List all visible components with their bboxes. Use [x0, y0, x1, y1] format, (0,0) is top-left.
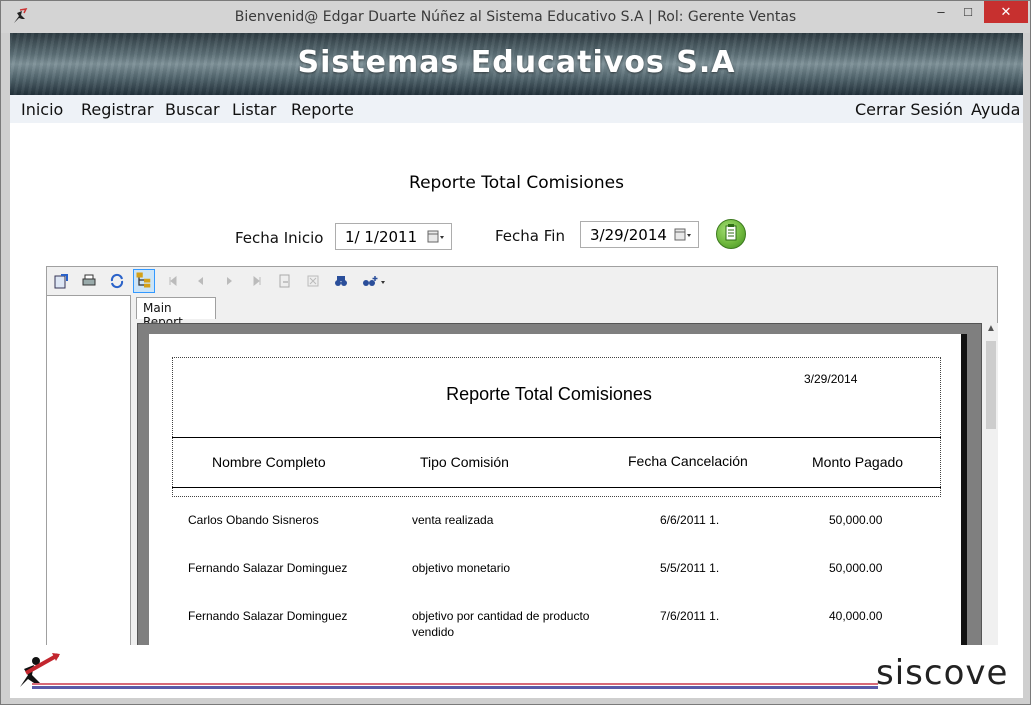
cell-tipo: objetivo por cantidad de producto — [412, 609, 590, 623]
fecha-inicio-picker[interactable]: 1/ 1/2011 — [335, 223, 452, 250]
column-header-tipo: Tipo Comisión — [420, 454, 509, 470]
cell-monto: 50,000.00 — [829, 561, 883, 575]
report-viewer: Main Report 3/29/2014 Reporte Total Comi… — [46, 266, 998, 698]
banner-title: Sistemas Educativos S.A — [297, 45, 736, 80]
menu-ayuda[interactable]: Ayuda — [971, 100, 1020, 119]
column-header-nombre: Nombre Completo — [212, 454, 326, 470]
cell-nombre: Fernando Salazar Dominguez — [188, 609, 348, 623]
cell-monto: 40,000.00 — [829, 609, 883, 623]
fecha-fin-label: Fecha Fin — [495, 227, 565, 245]
print-icon[interactable] — [81, 273, 97, 289]
header-divider-top — [172, 437, 941, 438]
cell-tipo: objetivo monetario — [412, 561, 511, 575]
window-title: Bienvenid@ Edgar Duarte Núñez al Sistema… — [234, 9, 797, 25]
fecha-inicio-value: 1/ 1/2011 — [345, 228, 418, 246]
column-header-fecha: Fecha Cancelación — [628, 453, 748, 469]
vertical-scrollbar[interactable]: ▲ ▼ — [984, 323, 998, 698]
footer-bar: siscove — [10, 645, 1023, 698]
main-content: Reporte Total Comisiones Fecha Inicio 1/… — [10, 123, 1023, 698]
report-page: 3/29/2014 Reporte Total Comisiones Nombr… — [149, 334, 967, 698]
last-page-icon[interactable] — [249, 273, 265, 289]
fecha-inicio-label: Fecha Inicio — [235, 229, 324, 247]
generate-report-button[interactable] — [716, 219, 746, 249]
scroll-thumb[interactable] — [986, 341, 996, 429]
title-bar[interactable]: Bienvenid@ Edgar Duarte Núñez al Sistema… — [1, 1, 1030, 33]
menu-listar[interactable]: Listar — [232, 100, 276, 119]
app-window: Bienvenid@ Edgar Duarte Núñez al Sistema… — [0, 0, 1031, 705]
cell-tipo: venta realizada — [412, 513, 494, 527]
cell-nombre: Fernando Salazar Dominguez — [188, 561, 348, 575]
report-canvas[interactable]: 3/29/2014 Reporte Total Comisiones Nombr… — [137, 323, 982, 698]
siscove-logo: siscove — [876, 653, 1009, 693]
fecha-fin-picker[interactable]: 3/29/2014 — [580, 221, 699, 248]
clipboard-icon — [725, 224, 737, 241]
goto-page-icon[interactable] — [277, 273, 293, 289]
cell-tipo-continued: vendido — [412, 625, 455, 639]
scroll-up-icon[interactable]: ▲ — [984, 323, 998, 339]
menu-reporte[interactable]: Reporte — [291, 100, 354, 119]
fecha-fin-value: 3/29/2014 — [590, 226, 667, 244]
group-tree-panel[interactable] — [47, 295, 131, 698]
cell-fecha: 7/6/2011 1. — [660, 609, 720, 623]
group-tree-button[interactable] — [133, 269, 155, 293]
header-divider-bottom — [172, 487, 941, 488]
maximize-button[interactable]: □ — [956, 1, 980, 23]
close-view-icon[interactable] — [305, 273, 321, 289]
minimize-button[interactable]: – — [929, 1, 953, 23]
zoom-icon[interactable] — [361, 273, 387, 289]
header-banner: Sistemas Educativos S.A — [10, 33, 1023, 95]
group-tree-icon — [136, 272, 151, 288]
find-icon[interactable] — [333, 273, 349, 289]
footer-divider-blue — [32, 686, 878, 689]
cell-nombre: Carlos Obando Sisneros — [188, 513, 319, 527]
calendar-dropdown-icon[interactable] — [427, 230, 445, 244]
menu-inicio[interactable]: Inicio — [21, 100, 63, 119]
cell-fecha: 6/6/2011 1. — [660, 513, 720, 527]
column-header-monto: Monto Pagado — [812, 454, 904, 470]
refresh-icon[interactable] — [109, 273, 125, 289]
previous-page-icon[interactable] — [193, 273, 209, 289]
report-title: Reporte Total Comisiones — [446, 384, 652, 404]
close-button[interactable]: ✕ — [984, 1, 1028, 23]
calendar-dropdown-icon[interactable] — [674, 228, 692, 242]
menu-cerrar-sesion[interactable]: Cerrar Sesión — [855, 100, 963, 119]
first-page-icon[interactable] — [165, 273, 181, 289]
report-toolbar — [47, 267, 997, 295]
tab-main-report[interactable]: Main Report — [136, 297, 216, 329]
export-icon[interactable] — [53, 273, 69, 289]
cell-monto: 50,000.00 — [829, 513, 883, 527]
menu-bar: Inicio Registrar Buscar Listar Reporte C… — [10, 95, 1023, 123]
menu-registrar[interactable]: Registrar — [81, 100, 153, 119]
cell-fecha: 5/5/2011 1. — [660, 561, 720, 575]
menu-buscar[interactable]: Buscar — [165, 100, 220, 119]
client-area: Sistemas Educativos S.A Inicio Registrar… — [10, 33, 1023, 698]
page-title: Reporte Total Comisiones — [409, 173, 624, 193]
next-page-icon[interactable] — [221, 273, 237, 289]
footer-divider-red — [32, 683, 878, 685]
